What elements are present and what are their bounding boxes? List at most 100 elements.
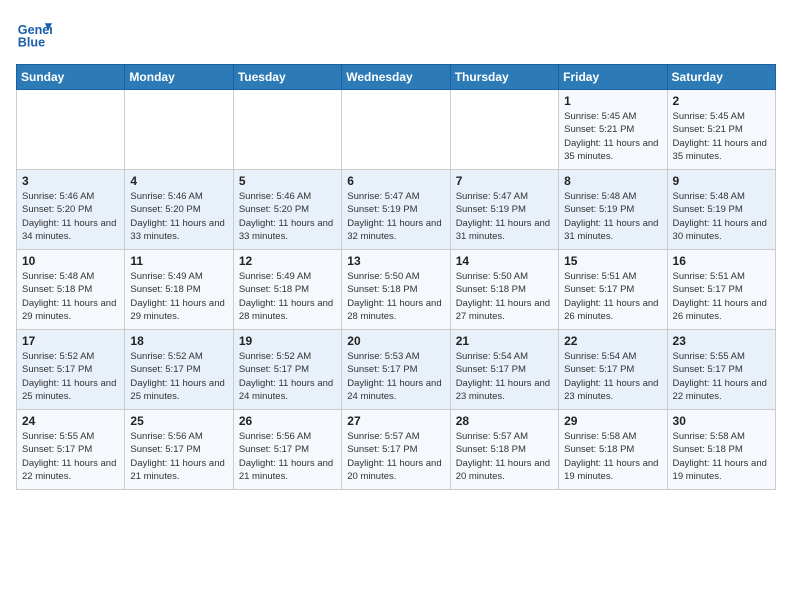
logo-icon: General Blue (16, 16, 52, 52)
day-number: 7 (456, 174, 553, 188)
day-number: 4 (130, 174, 227, 188)
calendar-cell: 29 Sunrise: 5:58 AM Sunset: 5:18 PM Dayli… (559, 410, 667, 490)
weekday-header: Monday (125, 65, 233, 90)
calendar-week-row: 24Sunrise: 5:55 AM Sunset: 5:17 PM Dayli… (17, 410, 776, 490)
day-number: 21 (456, 334, 553, 348)
day-number: 20 (347, 334, 444, 348)
calendar-cell: 22 Sunrise: 5:54 AM Sunset: 5:17 PM Dayli… (559, 330, 667, 410)
day-number: 19 (239, 334, 336, 348)
day-number: 15 (564, 254, 661, 268)
calendar-cell: 4Sunrise: 5:46 AM Sunset: 5:20 PM Daylig… (125, 170, 233, 250)
day-info: Sunrise: 5:47 AM Sunset: 5:19 PM Dayligh… (456, 190, 553, 243)
calendar-cell: 12 Sunrise: 5:49 AM Sunset: 5:18 PM Dayli… (233, 250, 341, 330)
calendar-header-row: SundayMondayTuesdayWednesdayThursdayFrid… (17, 65, 776, 90)
calendar-table: SundayMondayTuesdayWednesdayThursdayFrid… (16, 64, 776, 490)
day-info: Sunrise: 5:56 AM Sunset: 5:17 PM Dayligh… (239, 430, 336, 483)
calendar-cell: 27 Sunrise: 5:57 AM Sunset: 5:17 PM Dayli… (342, 410, 450, 490)
day-info: Sunrise: 5:51 AM Sunset: 5:17 PM Dayligh… (673, 270, 770, 323)
calendar-cell: 2Sunrise: 5:45 AM Sunset: 5:21 PM Daylig… (667, 90, 775, 170)
day-number: 10 (22, 254, 119, 268)
calendar-cell (233, 90, 341, 170)
day-info: Sunrise: 5:49 AM Sunset: 5:18 PM Dayligh… (239, 270, 336, 323)
day-number: 1 (564, 94, 661, 108)
calendar-week-row: 3 Sunrise: 5:46 AM Sunset: 5:20 PM Daylig… (17, 170, 776, 250)
day-number: 16 (673, 254, 770, 268)
calendar-cell: 20 Sunrise: 5:53 AM Sunset: 5:17 PM Dayli… (342, 330, 450, 410)
calendar-cell: 16 Sunrise: 5:51 AM Sunset: 5:17 PM Dayli… (667, 250, 775, 330)
day-info: Sunrise: 5:52 AM Sunset: 5:17 PM Dayligh… (239, 350, 336, 403)
day-info: Sunrise: 5:51 AM Sunset: 5:17 PM Dayligh… (564, 270, 661, 323)
calendar-cell: 13 Sunrise: 5:50 AM Sunset: 5:18 PM Dayli… (342, 250, 450, 330)
day-info: Sunrise: 5:45 AM Sunset: 5:21 PM Dayligh… (673, 110, 770, 163)
calendar-cell (125, 90, 233, 170)
day-number: 8 (564, 174, 661, 188)
day-info: Sunrise: 5:54 AM Sunset: 5:17 PM Dayligh… (564, 350, 661, 403)
day-info: Sunrise: 5:46 AM Sunset: 5:20 PM Dayligh… (239, 190, 336, 243)
calendar-cell: 6 Sunrise: 5:47 AM Sunset: 5:19 PM Daylig… (342, 170, 450, 250)
weekday-header: Sunday (17, 65, 125, 90)
weekday-header: Tuesday (233, 65, 341, 90)
day-number: 12 (239, 254, 336, 268)
calendar-cell: 9 Sunrise: 5:48 AM Sunset: 5:19 PM Daylig… (667, 170, 775, 250)
day-info: Sunrise: 5:58 AM Sunset: 5:18 PM Dayligh… (564, 430, 661, 483)
calendar-cell (17, 90, 125, 170)
calendar-cell: 15 Sunrise: 5:51 AM Sunset: 5:17 PM Dayli… (559, 250, 667, 330)
calendar-cell (342, 90, 450, 170)
calendar-cell: 10Sunrise: 5:48 AM Sunset: 5:18 PM Dayli… (17, 250, 125, 330)
day-number: 17 (22, 334, 119, 348)
day-info: Sunrise: 5:53 AM Sunset: 5:17 PM Dayligh… (347, 350, 444, 403)
day-number: 22 (564, 334, 661, 348)
day-info: Sunrise: 5:58 AM Sunset: 5:18 PM Dayligh… (673, 430, 770, 483)
day-info: Sunrise: 5:47 AM Sunset: 5:19 PM Dayligh… (347, 190, 444, 243)
calendar-cell: 28 Sunrise: 5:57 AM Sunset: 5:18 PM Dayli… (450, 410, 558, 490)
calendar-cell: 17Sunrise: 5:52 AM Sunset: 5:17 PM Dayli… (17, 330, 125, 410)
calendar-week-row: 17 Sunrise: 5:52 AM Sunset: 5:17 PM Dayli… (17, 330, 776, 410)
calendar-cell: 7 Sunrise: 5:47 AM Sunset: 5:19 PM Daylig… (450, 170, 558, 250)
day-info: Sunrise: 5:50 AM Sunset: 5:18 PM Dayligh… (456, 270, 553, 323)
day-number: 29 (564, 414, 661, 428)
calendar-cell: 18 Sunrise: 5:52 AM Sunset: 5:17 PM Dayli… (125, 330, 233, 410)
day-info: Sunrise: 5:45 AM Sunset: 5:21 PM Dayligh… (564, 110, 661, 163)
day-number: 28 (456, 414, 553, 428)
day-info: Sunrise: 5:50 AM Sunset: 5:18 PM Dayligh… (347, 270, 444, 323)
calendar-cell: 11Sunrise: 5:49 AM Sunset: 5:18 PM Dayli… (125, 250, 233, 330)
weekday-header: Thursday (450, 65, 558, 90)
day-number: 25 (130, 414, 227, 428)
day-info: Sunrise: 5:52 AM Sunset: 5:17 PM Dayligh… (130, 350, 227, 403)
day-number: 13 (347, 254, 444, 268)
calendar-cell: 5 Sunrise: 5:46 AM Sunset: 5:20 PM Daylig… (233, 170, 341, 250)
day-number: 30 (673, 414, 770, 428)
weekday-header: Wednesday (342, 65, 450, 90)
calendar-cell: 24Sunrise: 5:55 AM Sunset: 5:17 PM Dayli… (17, 410, 125, 490)
day-info: Sunrise: 5:57 AM Sunset: 5:17 PM Dayligh… (347, 430, 444, 483)
day-number: 11 (130, 254, 227, 268)
day-info: Sunrise: 5:56 AM Sunset: 5:17 PM Dayligh… (130, 430, 227, 483)
day-number: 9 (673, 174, 770, 188)
day-number: 6 (347, 174, 444, 188)
calendar-week-row: 1 Sunrise: 5:45 AM Sunset: 5:21 PM Daylig… (17, 90, 776, 170)
day-number: 27 (347, 414, 444, 428)
weekday-header: Friday (559, 65, 667, 90)
svg-text:Blue: Blue (18, 36, 45, 50)
day-info: Sunrise: 5:48 AM Sunset: 5:19 PM Dayligh… (564, 190, 661, 243)
day-number: 3 (22, 174, 119, 188)
calendar-cell: 8 Sunrise: 5:48 AM Sunset: 5:19 PM Daylig… (559, 170, 667, 250)
day-info: Sunrise: 5:55 AM Sunset: 5:17 PM Dayligh… (22, 430, 119, 483)
day-number: 23 (673, 334, 770, 348)
calendar-cell (450, 90, 558, 170)
day-info: Sunrise: 5:48 AM Sunset: 5:19 PM Dayligh… (673, 190, 770, 243)
day-number: 26 (239, 414, 336, 428)
calendar-cell: 3 Sunrise: 5:46 AM Sunset: 5:20 PM Daylig… (17, 170, 125, 250)
day-number: 18 (130, 334, 227, 348)
day-info: Sunrise: 5:57 AM Sunset: 5:18 PM Dayligh… (456, 430, 553, 483)
calendar-cell: 21Sunrise: 5:54 AM Sunset: 5:17 PM Dayli… (450, 330, 558, 410)
day-info: Sunrise: 5:55 AM Sunset: 5:17 PM Dayligh… (673, 350, 770, 403)
day-number: 14 (456, 254, 553, 268)
calendar-cell: 30 Sunrise: 5:58 AM Sunset: 5:18 PM Dayli… (667, 410, 775, 490)
day-number: 5 (239, 174, 336, 188)
calendar-body: 1 Sunrise: 5:45 AM Sunset: 5:21 PM Daylig… (17, 90, 776, 490)
calendar-cell: 23 Sunrise: 5:55 AM Sunset: 5:17 PM Dayli… (667, 330, 775, 410)
day-info: Sunrise: 5:46 AM Sunset: 5:20 PM Dayligh… (22, 190, 119, 243)
page-header: General Blue (16, 16, 776, 52)
calendar-week-row: 10Sunrise: 5:48 AM Sunset: 5:18 PM Dayli… (17, 250, 776, 330)
